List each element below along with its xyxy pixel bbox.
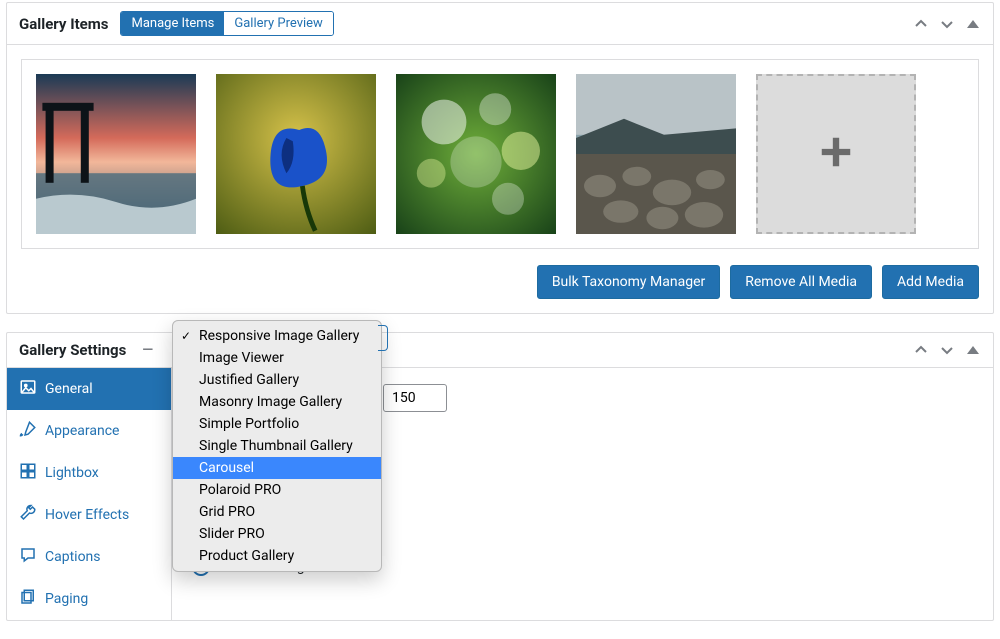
grid-icon	[19, 462, 37, 484]
sidebar-item-label: Hover Effects	[45, 507, 129, 523]
gallery-items-title: Gallery Items	[19, 15, 108, 33]
gallery-thumb[interactable]	[216, 74, 376, 234]
gallery-items-panel: Gallery Items Manage Items Gallery Previ…	[6, 2, 994, 314]
layout-option[interactable]: Carousel	[173, 457, 381, 479]
sidebar-item-label: Captions	[45, 549, 101, 565]
chevron-down-icon[interactable]	[939, 342, 955, 358]
bulk-taxonomy-button[interactable]: Bulk Taxonomy Manager	[537, 265, 720, 299]
sidebar-item-paging[interactable]: Paging	[7, 578, 171, 620]
layout-option[interactable]: Grid PRO	[173, 501, 381, 523]
pages-icon	[19, 588, 37, 610]
layout-option[interactable]: Masonry Image Gallery	[173, 391, 381, 413]
settings-sidebar: General Appearance Lightbox Hover Effects Ca…	[7, 368, 172, 620]
brush-icon	[19, 420, 37, 442]
gallery-items-header: Gallery Items Manage Items Gallery Previ…	[7, 3, 993, 45]
layout-option[interactable]: Product Gallery	[173, 545, 381, 567]
gallery-thumbnail-strip	[21, 59, 979, 249]
gallery-thumb[interactable]	[576, 74, 736, 234]
add-media-button[interactable]: Add Media	[882, 265, 979, 299]
chevron-down-icon[interactable]	[939, 16, 955, 32]
panel-controls	[913, 16, 981, 32]
sidebar-item-label: General	[45, 381, 93, 397]
image-icon	[19, 378, 37, 400]
tab-gallery-preview[interactable]: Gallery Preview	[224, 12, 332, 35]
layout-option[interactable]: Simple Portfolio	[173, 413, 381, 435]
layout-option[interactable]: Responsive Image Gallery	[173, 325, 381, 347]
gallery-action-buttons: Bulk Taxonomy Manager Remove All Media A…	[21, 265, 979, 299]
items-tab-switch: Manage Items Gallery Preview	[120, 11, 333, 36]
gallery-items-body: Bulk Taxonomy Manager Remove All Media A…	[7, 45, 993, 313]
remove-all-media-button[interactable]: Remove All Media	[730, 265, 872, 299]
chevron-up-icon[interactable]	[913, 16, 929, 32]
layout-option[interactable]: Single Thumbnail Gallery	[173, 435, 381, 457]
gallery-settings-title: Gallery Settings	[19, 341, 126, 359]
collapse-toggle-icon[interactable]	[965, 16, 981, 32]
layout-dropdown[interactable]: Responsive Image GalleryImage ViewerJust…	[172, 320, 382, 572]
gallery-thumb[interactable]	[36, 74, 196, 234]
gallery-settings-header: Gallery Settings —	[7, 333, 993, 368]
sidebar-item-appearance[interactable]: Appearance	[7, 410, 171, 452]
gallery-thumb[interactable]	[396, 74, 556, 234]
layout-option[interactable]: Image Viewer	[173, 347, 381, 369]
collapse-toggle-icon[interactable]	[965, 342, 981, 358]
layout-option[interactable]: Slider PRO	[173, 523, 381, 545]
layout-dropdown-menu: Responsive Image GalleryImage ViewerJust…	[172, 320, 382, 572]
sidebar-item-label: Paging	[45, 591, 88, 607]
sidebar-item-captions[interactable]: Captions	[7, 536, 171, 578]
plus-icon	[817, 133, 855, 175]
wrench-icon	[19, 504, 37, 526]
speech-icon	[19, 546, 37, 568]
layout-option[interactable]: Polaroid PRO	[173, 479, 381, 501]
sidebar-item-lightbox[interactable]: Lightbox	[7, 452, 171, 494]
sidebar-item-hover[interactable]: Hover Effects	[7, 494, 171, 536]
layout-option[interactable]: Justified Gallery	[173, 369, 381, 391]
add-media-tile[interactable]	[756, 74, 916, 234]
gallery-settings-body: General Appearance Lightbox Hover Effects Ca…	[7, 368, 993, 620]
chevron-up-icon[interactable]	[913, 342, 929, 358]
header-separator: —	[142, 342, 153, 358]
panel-controls	[913, 342, 981, 358]
sidebar-item-label: Appearance	[45, 423, 119, 439]
tab-manage-items[interactable]: Manage Items	[121, 12, 224, 35]
sidebar-item-label: Lightbox	[45, 465, 99, 481]
height-input[interactable]	[383, 384, 447, 412]
gallery-settings-panel: Gallery Settings — General Appearance Ligh…	[6, 332, 994, 621]
sidebar-item-general[interactable]: General	[7, 368, 171, 410]
